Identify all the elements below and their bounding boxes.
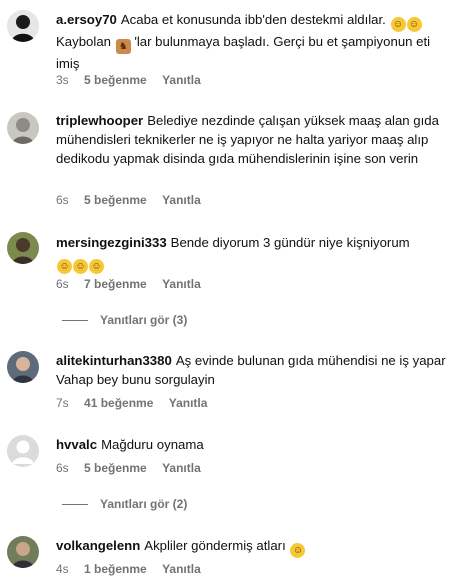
avatar[interactable]	[7, 351, 39, 383]
username[interactable]: alitekinturhan3380	[56, 353, 172, 368]
comment-meta: 6s 7 beğenme Yanıtla	[56, 277, 213, 291]
likes-count[interactable]: 7 beğenme	[84, 277, 147, 291]
timestamp: 3s	[56, 73, 69, 87]
comment-text-part: Kaybolan	[56, 34, 111, 49]
comment-meta: 4s 1 beğenme Yanıtla	[56, 562, 213, 576]
reply-button[interactable]: Yanıtla	[162, 193, 201, 207]
reply-button[interactable]: Yanıtla	[162, 461, 201, 475]
timestamp: 7s	[56, 396, 69, 410]
horse-face-emoji-icon: ♞	[115, 39, 131, 54]
grinning-sweat-emoji-icon: ☺	[406, 17, 422, 32]
replies-divider	[62, 504, 88, 506]
grinning-face-emoji-icon: ☺	[73, 259, 88, 274]
timestamp: 4s	[56, 562, 69, 576]
username[interactable]: a.ersoy70	[56, 12, 117, 27]
comment-body: Mağduru oynama	[101, 437, 204, 452]
comment-meta: 3s 5 beğenme Yanıtla	[56, 73, 213, 87]
comment-meta: 6s 5 beğenme Yanıtla	[56, 193, 213, 207]
avatar[interactable]	[7, 10, 39, 42]
avatar[interactable]	[7, 435, 39, 467]
reply-button[interactable]: Yanıtla	[162, 562, 201, 576]
grinning-face-emoji-icon: ☺	[89, 259, 104, 274]
view-replies-label: Yanıtları gör (3)	[100, 313, 188, 327]
grinning-sweat-emoji-icon: ☺	[290, 543, 306, 558]
timestamp: 6s	[56, 277, 69, 291]
comment-text: hvvalc Mağduru oynama	[56, 435, 451, 454]
avatar[interactable]	[7, 232, 39, 264]
username[interactable]: hvvalc	[56, 437, 97, 452]
comment-body: Akpliler göndermiş atları	[144, 538, 286, 553]
view-replies-button[interactable]: Yanıtları gör (2)	[62, 497, 187, 511]
comment-meta: 7s 41 beğenme Yanıtla	[56, 396, 219, 410]
likes-count[interactable]: 5 beğenme	[84, 461, 147, 475]
timestamp: 6s	[56, 461, 69, 475]
comment-text: alitekinturhan3380 Aş evinde bulunan gıda…	[56, 351, 451, 389]
reply-button[interactable]: Yanıtla	[169, 396, 208, 410]
replies-divider	[62, 320, 88, 322]
comment-meta: 6s 5 beğenme Yanıtla	[56, 461, 213, 475]
view-replies-label: Yanıtları gör (2)	[100, 497, 188, 511]
username[interactable]: triplewhooper	[56, 113, 143, 128]
comment-text-part: Acaba et konusunda ibb'den destekmi aldı…	[120, 12, 386, 27]
username[interactable]: mersingezgini333	[56, 235, 167, 250]
timestamp: 6s	[56, 193, 69, 207]
grinning-face-emoji-icon: ☺	[57, 259, 72, 274]
avatar[interactable]	[7, 112, 39, 144]
username[interactable]: volkangelenn	[56, 538, 140, 553]
avatar[interactable]	[7, 536, 39, 568]
comment-text: a.ersoy70 Acaba et konusunda ibb'den dest…	[56, 10, 451, 73]
likes-count[interactable]: 41 beğenme	[84, 396, 153, 410]
comment-text: triplewhooper Belediye nezdinde çalışan y…	[56, 111, 451, 168]
view-replies-button[interactable]: Yanıtları gör (3)	[62, 313, 187, 327]
reply-button[interactable]: Yanıtla	[162, 73, 201, 87]
comment-text-part: 'lar bulunmaya başladı. Gerçi bu et şamp…	[56, 34, 431, 71]
comment-text: mersingezgini333 Bende diyorum 3 gündür n…	[56, 233, 451, 274]
likes-count[interactable]: 5 beğenme	[84, 73, 147, 87]
grinning-sweat-emoji-icon: ☺	[390, 17, 406, 32]
reply-button[interactable]: Yanıtla	[162, 277, 201, 291]
likes-count[interactable]: 5 beğenme	[84, 193, 147, 207]
comment-body: Bende diyorum 3 gündür niye kişniyorum	[170, 235, 410, 250]
likes-count[interactable]: 1 beğenme	[84, 562, 147, 576]
comment-text: volkangelenn Akpliler göndermiş atları ☺	[56, 536, 451, 558]
